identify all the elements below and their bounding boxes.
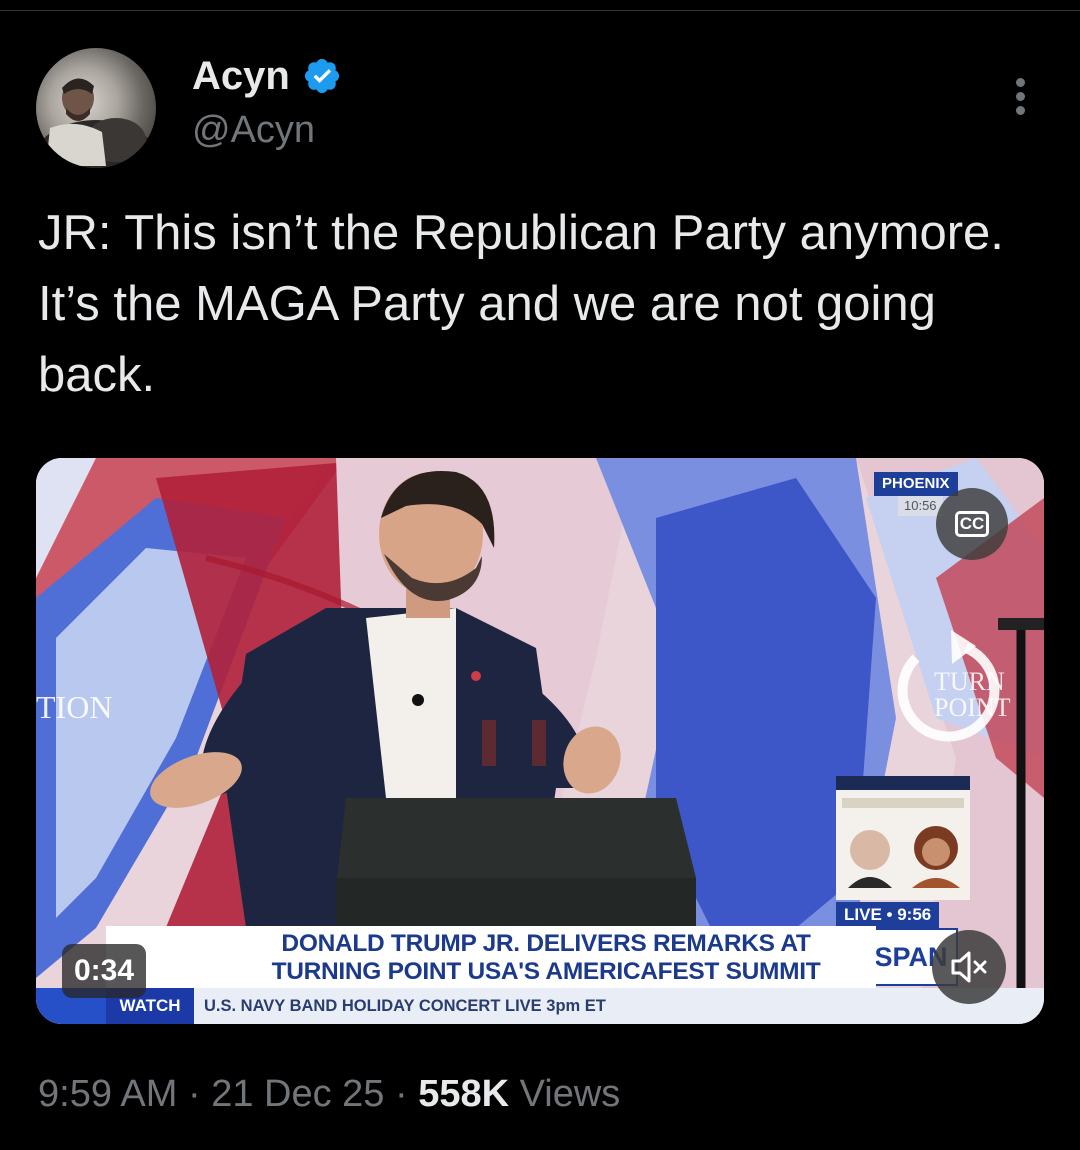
author-handle[interactable]: @Acyn bbox=[192, 108, 315, 152]
lower-third: DONALD TRUMP JR. DELIVERS REMARKS AT TUR… bbox=[106, 926, 876, 988]
location-tag: PHOENIX bbox=[874, 472, 958, 496]
backdrop-text-left: TION bbox=[36, 689, 112, 725]
headline-line-2: TURNING POINT USA'S AMERICAFEST SUMMIT bbox=[271, 958, 821, 985]
headline-line-1: DONALD TRUMP JR. DELIVERS REMARKS AT bbox=[281, 930, 811, 957]
display-name[interactable]: Acyn bbox=[192, 54, 290, 98]
ticker-text: U.S. NAVY BAND HOLIDAY CONCERT LIVE 3pm … bbox=[204, 997, 606, 1015]
video-duration: 0:34 bbox=[62, 944, 147, 998]
live-time: 9:56 bbox=[897, 905, 932, 924]
tweet-text: JR: This isn’t the Republican Party anym… bbox=[38, 206, 1004, 402]
views-count: 558K bbox=[418, 1073, 510, 1115]
meta-separator: · bbox=[177, 1073, 212, 1115]
video-player[interactable]: TION TURN POINT PHOENIX 10:56 LIVE • 9:5… bbox=[36, 458, 1044, 1024]
backdrop-text-right-1: TURN bbox=[934, 667, 1005, 696]
closed-captions-button[interactable]: CC bbox=[936, 488, 1008, 560]
promo-graphic bbox=[836, 776, 970, 900]
location-time: 10:56 bbox=[898, 496, 943, 516]
tweet-meta: 9:59 AM · 21 Dec 25 · 558K Views bbox=[38, 1070, 620, 1118]
promo-faces bbox=[848, 826, 960, 888]
top-divider bbox=[0, 10, 1080, 11]
avatar[interactable] bbox=[36, 48, 156, 168]
mute-button[interactable] bbox=[932, 930, 1006, 1004]
verified-badge-icon bbox=[304, 58, 339, 94]
mute-icon bbox=[951, 951, 987, 983]
live-tag: LIVE • 9:56 bbox=[836, 902, 940, 928]
avatar-image bbox=[36, 78, 156, 168]
tweet-date[interactable]: 21 Dec 25 bbox=[211, 1073, 384, 1115]
more-options-icon[interactable] bbox=[1006, 76, 1034, 118]
live-label: LIVE bbox=[844, 905, 882, 924]
views-label: Views bbox=[519, 1073, 621, 1115]
meta-separator: · bbox=[384, 1073, 419, 1115]
live-dot: • bbox=[886, 905, 898, 924]
backdrop-text-right-2: POINT bbox=[934, 693, 1011, 722]
tweet-time[interactable]: 9:59 AM bbox=[38, 1073, 177, 1115]
headline: DONALD TRUMP JR. DELIVERS REMARKS AT TUR… bbox=[216, 930, 876, 986]
closed-captions-icon: CC bbox=[955, 511, 989, 537]
author-name-row[interactable]: Acyn bbox=[192, 54, 342, 98]
